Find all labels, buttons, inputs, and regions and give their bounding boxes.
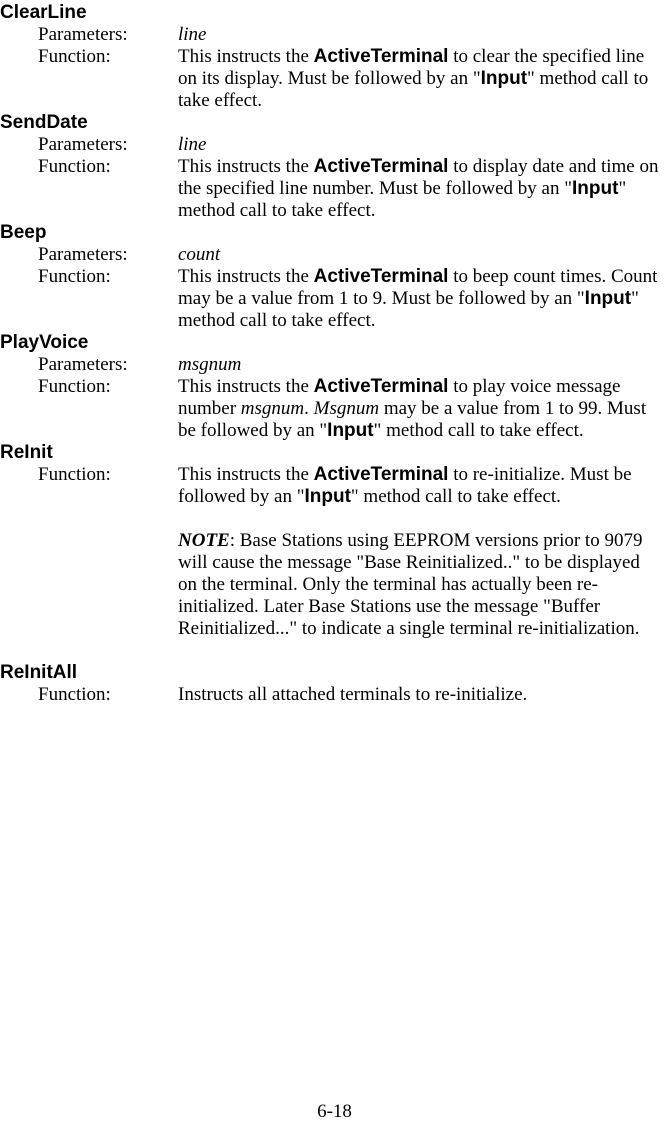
clearline-function-row: Function: This instructs the ActiveTermi…	[0, 46, 663, 112]
text: This instructs the	[178, 156, 314, 177]
input-bold: Input	[327, 420, 373, 441]
beep-function-row: Function: This instructs the ActiveTermi…	[0, 266, 663, 332]
params-label: Parameters:	[0, 24, 178, 46]
function-label: Function:	[0, 46, 178, 112]
method-reinit-title: ReInit	[0, 442, 663, 464]
beep-params-row: Parameters: count	[0, 244, 663, 266]
reinit-note-value: NOTE: Base Stations using EEPROM version…	[178, 530, 663, 640]
empty-label	[0, 530, 178, 640]
clearline-params-value: line	[178, 24, 663, 46]
text: This instructs the	[178, 266, 314, 287]
note-text: : Base Stations using EEPROM versions pr…	[178, 530, 642, 639]
params-label: Parameters:	[0, 134, 178, 156]
text: This instructs the	[178, 46, 314, 67]
spacer	[0, 508, 663, 530]
method-reinitall-title: ReInitAll	[0, 662, 663, 684]
msgnum-italic: Msgnum	[314, 398, 379, 419]
reinit-function-value: This instructs the ActiveTerminal to re-…	[178, 464, 663, 508]
input-bold: Input	[304, 486, 350, 507]
beep-function-value: This instructs the ActiveTerminal to bee…	[178, 266, 663, 332]
params-label: Parameters:	[0, 354, 178, 376]
reinit-note-row: NOTE: Base Stations using EEPROM version…	[0, 530, 663, 640]
text: " method call to take effect.	[374, 420, 584, 441]
function-label: Function:	[0, 464, 178, 508]
playvoice-params-value: msgnum	[178, 354, 663, 376]
beep-params-value: count	[178, 244, 663, 266]
active-terminal: ActiveTerminal	[314, 464, 449, 485]
method-senddate-title: SendDate	[0, 112, 663, 134]
senddate-params-row: Parameters: line	[0, 134, 663, 156]
function-label: Function:	[0, 156, 178, 222]
spacer	[0, 640, 663, 662]
text: .	[304, 398, 314, 419]
active-terminal: ActiveTerminal	[314, 376, 449, 397]
senddate-function-value: This instructs the ActiveTerminal to dis…	[178, 156, 663, 222]
function-label: Function:	[0, 266, 178, 332]
active-terminal: ActiveTerminal	[314, 156, 449, 177]
text: This instructs the	[178, 376, 314, 397]
senddate-params-value: line	[178, 134, 663, 156]
input-bold: Input	[572, 178, 618, 199]
active-terminal: ActiveTerminal	[314, 266, 449, 287]
playvoice-function-row: Function: This instructs the ActiveTermi…	[0, 376, 663, 442]
reinitall-function-value: Instructs all attached terminals to re-i…	[178, 684, 663, 706]
method-clearline-title: ClearLine	[0, 2, 663, 24]
input-bold: Input	[481, 68, 527, 89]
method-beep-title: Beep	[0, 222, 663, 244]
senddate-function-row: Function: This instructs the ActiveTermi…	[0, 156, 663, 222]
reinitall-function-row: Function: Instructs all attached termina…	[0, 684, 663, 706]
msgnum-italic: msgnum	[241, 398, 304, 419]
text: " method call to take effect.	[351, 486, 561, 507]
page-number: 6-18	[0, 1101, 669, 1123]
text: This instructs the	[178, 464, 314, 485]
clearline-function-value: This instructs the ActiveTerminal to cle…	[178, 46, 663, 112]
method-playvoice-title: PlayVoice	[0, 332, 663, 354]
playvoice-params-row: Parameters: msgnum	[0, 354, 663, 376]
note-label: NOTE	[178, 530, 230, 551]
active-terminal: ActiveTerminal	[314, 46, 449, 67]
params-label: Parameters:	[0, 244, 178, 266]
function-label: Function:	[0, 684, 178, 706]
clearline-params-row: Parameters: line	[0, 24, 663, 46]
input-bold: Input	[585, 288, 631, 309]
function-label: Function:	[0, 376, 178, 442]
reinit-function-row: Function: This instructs the ActiveTermi…	[0, 464, 663, 508]
playvoice-function-value: This instructs the ActiveTerminal to pla…	[178, 376, 663, 442]
